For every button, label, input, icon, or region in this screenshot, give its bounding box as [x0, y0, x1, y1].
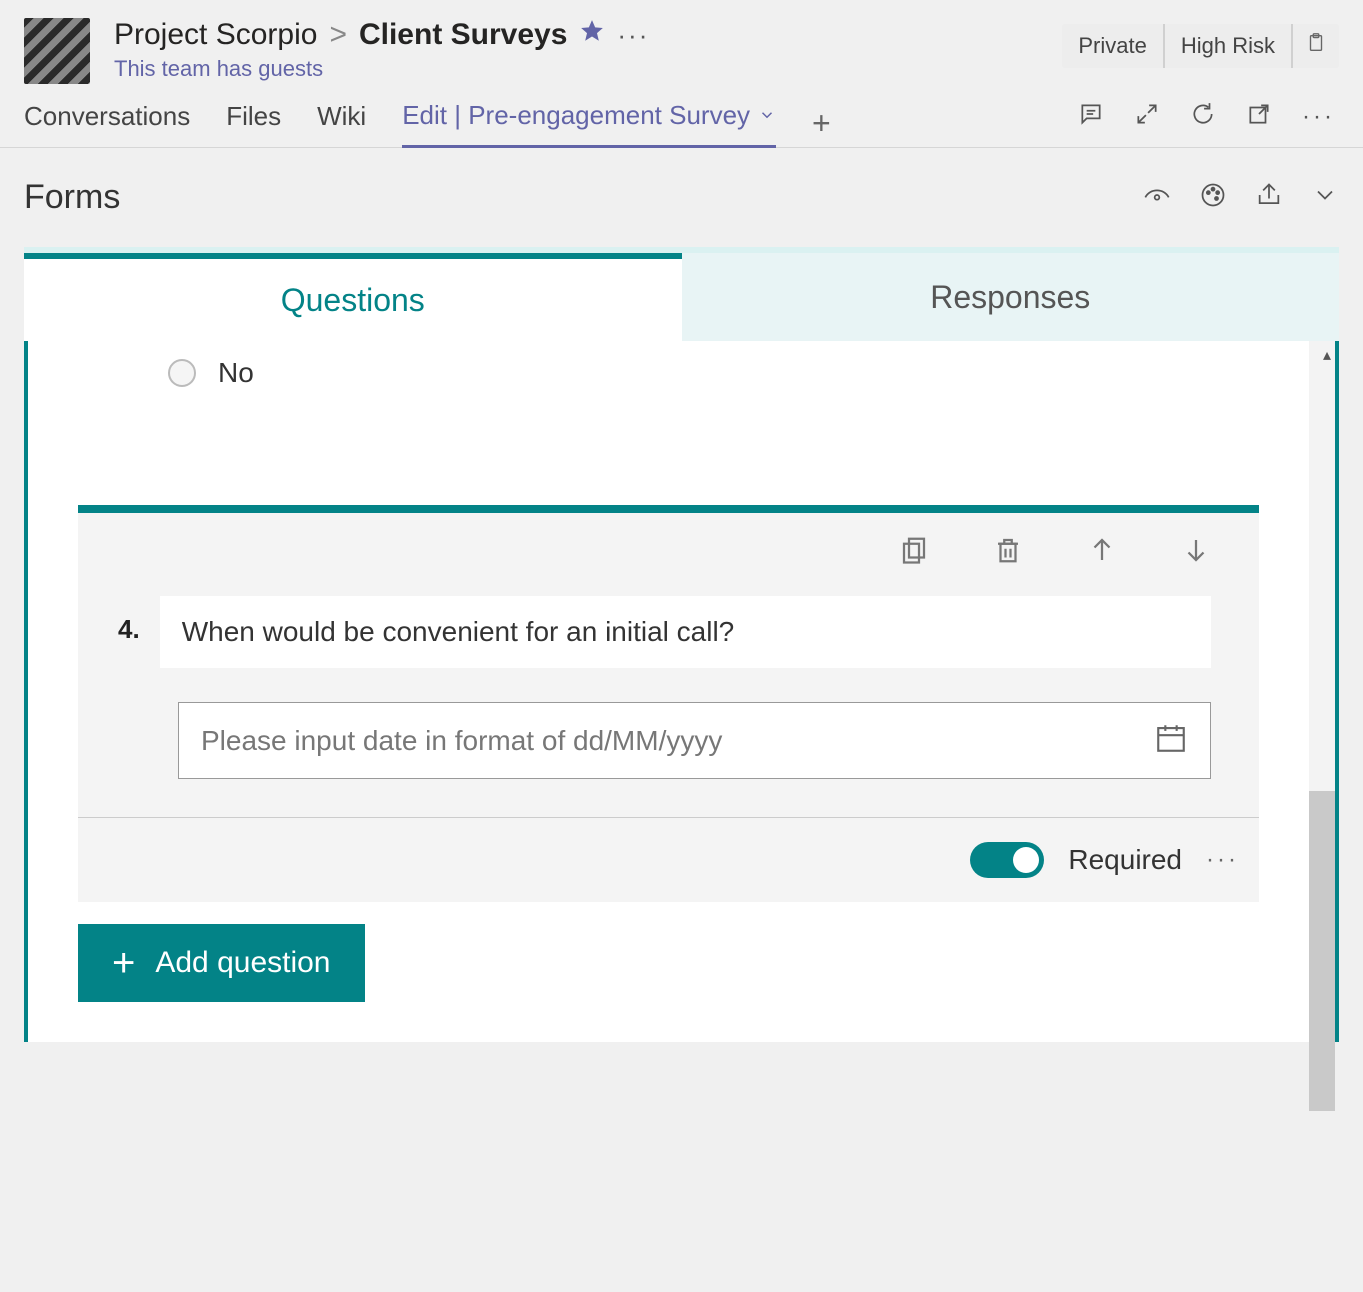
required-toggle[interactable] — [970, 842, 1044, 878]
add-tab-icon[interactable]: + — [812, 105, 831, 142]
question-card: 4. When would be convenient for an initi… — [78, 505, 1259, 902]
collapse-chevron-icon[interactable] — [1311, 181, 1339, 214]
tab-files[interactable]: Files — [226, 101, 281, 146]
chat-icon[interactable] — [1078, 101, 1104, 132]
risk-badge: High Risk — [1165, 24, 1293, 68]
question-text-input[interactable]: When would be convenient for an initial … — [160, 596, 1211, 668]
tab-conversations[interactable]: Conversations — [24, 101, 190, 146]
calendar-icon[interactable] — [1154, 721, 1188, 760]
add-question-label: Add question — [155, 946, 330, 980]
team-name[interactable]: Project Scorpio — [114, 18, 317, 52]
move-up-icon[interactable] — [1087, 533, 1117, 572]
copy-question-icon[interactable] — [899, 533, 929, 572]
tab-edit-survey[interactable]: Edit | Pre-engagement Survey — [402, 100, 776, 149]
date-placeholder: Please input date in format of dd/MM/yyy… — [201, 725, 1144, 757]
channel-badges: Private High Risk — [1062, 24, 1339, 68]
refresh-icon[interactable] — [1190, 101, 1216, 132]
delete-question-icon[interactable] — [993, 533, 1023, 572]
breadcrumb: Project Scorpio > Client Surveys ··· — [114, 18, 1038, 52]
channel-name[interactable]: Client Surveys — [359, 18, 567, 52]
favorite-star-icon[interactable] — [579, 18, 605, 52]
tab-edit-survey-label: Edit | Pre-engagement Survey — [402, 100, 750, 131]
tab-wiki[interactable]: Wiki — [317, 101, 366, 146]
expand-icon[interactable] — [1134, 101, 1160, 132]
radio-option-row[interactable]: No — [78, 351, 1259, 395]
forms-title: Forms — [24, 178, 1143, 217]
preview-icon[interactable] — [1143, 181, 1171, 214]
radio-option-label: No — [218, 357, 254, 389]
chevron-down-icon[interactable] — [758, 100, 776, 131]
question-more-icon[interactable]: ··· — [1206, 846, 1239, 874]
share-icon[interactable] — [1255, 181, 1283, 214]
pop-out-icon[interactable] — [1246, 101, 1272, 132]
date-input[interactable]: Please input date in format of dd/MM/yyy… — [178, 702, 1211, 779]
required-label: Required — [1068, 844, 1182, 876]
more-options-icon[interactable]: ··· — [617, 20, 649, 51]
question-number: 4. — [118, 596, 140, 645]
radio-icon[interactable] — [168, 359, 196, 387]
scrollbar[interactable]: ▴ — [1309, 341, 1335, 1042]
toolbar-more-icon[interactable]: ··· — [1302, 103, 1335, 131]
form-tab-questions[interactable]: Questions — [24, 253, 682, 341]
theme-icon[interactable] — [1199, 181, 1227, 214]
team-avatar[interactable] — [24, 18, 90, 84]
guests-notice: This team has guests — [114, 56, 1038, 82]
privacy-badge: Private — [1062, 24, 1164, 68]
move-down-icon[interactable] — [1181, 533, 1211, 572]
scroll-up-arrow-icon[interactable]: ▴ — [1323, 345, 1331, 365]
add-question-button[interactable]: + Add question — [78, 924, 365, 1002]
scroll-thumb[interactable] — [1309, 791, 1335, 1111]
form-tab-responses[interactable]: Responses — [682, 253, 1340, 341]
clipboard-badge-icon[interactable] — [1293, 24, 1339, 68]
breadcrumb-separator: > — [329, 18, 347, 52]
